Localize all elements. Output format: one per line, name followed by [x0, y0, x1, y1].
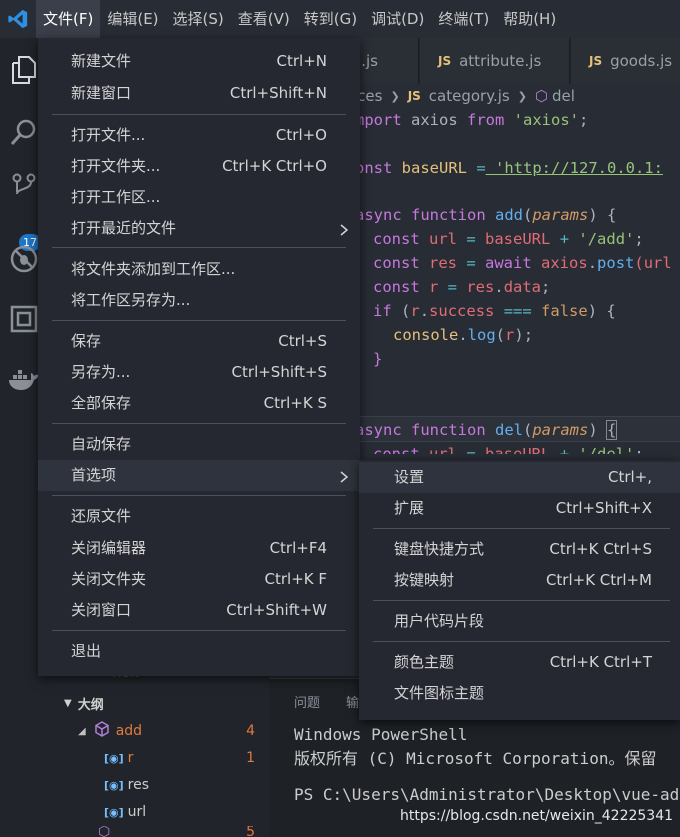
outline-title: 大纲: [77, 697, 104, 713]
menu-item-preferences[interactable]: 首选项: [38, 460, 360, 491]
code-line: const r = res.data;: [373, 278, 551, 296]
menu-item-open-folder[interactable]: 打开文件夹... Ctrl+K Ctrl+O: [38, 151, 360, 182]
terminal-line: Windows PowerShell: [294, 725, 468, 744]
menu-item-close-folder[interactable]: 关闭文件夹 Ctrl+K F: [38, 564, 360, 595]
menu-help[interactable]: 帮助(H): [496, 0, 563, 38]
tab-label: goods.js: [610, 52, 673, 70]
menu-item-color-theme[interactable]: 颜色主题 Ctrl+K Ctrl+T: [359, 647, 680, 678]
menu-item-open-workspace[interactable]: 打开工作区...: [38, 182, 360, 213]
menu-item-open-recent[interactable]: 打开最近的文件: [38, 213, 360, 244]
problem-count: 5: [246, 826, 255, 837]
panel-tab-problems[interactable]: 问题: [294, 692, 320, 711]
menu-go[interactable]: 转到(G): [297, 0, 364, 38]
variable-icon: [◉]: [104, 778, 124, 792]
menu-separator: [52, 320, 346, 321]
method-icon: [94, 721, 110, 741]
outline-item-url[interactable]: [◉] url: [58, 799, 269, 825]
menu-item-user-snippets[interactable]: 用户代码片段: [359, 606, 680, 637]
outline-item-label: url: [127, 804, 147, 820]
menu-separator: [52, 630, 346, 631]
method-icon: ⬡: [98, 826, 111, 837]
menu-item-new-window[interactable]: 新建窗口 Ctrl+Shift+N: [38, 78, 360, 109]
variable-icon: [◉]: [104, 751, 124, 765]
tab-label: .js: [361, 52, 378, 70]
chevron-right-icon: ❯: [390, 89, 400, 103]
outline-item-label: r: [127, 750, 134, 766]
chevron-right-icon: ❯: [517, 89, 527, 103]
problem-count: 4: [246, 723, 255, 739]
terminal-line: 版权所有 (C) Microsoft Corporation。保留: [294, 749, 657, 768]
chevron-down-icon: ▼: [64, 697, 72, 709]
menu-separator: [52, 423, 346, 424]
tab-label: attribute.js: [459, 52, 542, 70]
menu-item-add-folder-to-workspace[interactable]: 将文件夹添加到工作区...: [38, 254, 360, 285]
menu-bar: 文件(F) 编辑(E) 选择(S) 查看(V) 转到(G) 调试(D) 终端(T…: [0, 0, 680, 38]
menu-item-open-file[interactable]: 打开文件... Ctrl+O: [38, 120, 360, 151]
preferences-submenu: 设置 Ctrl+, 扩展 Ctrl+Shift+X 键盘快捷方式 Ctrl+K Ctr…: [359, 460, 680, 720]
problem-count: 1: [246, 750, 255, 766]
menu-item-save-as[interactable]: 另存为... Ctrl+Shift+S: [38, 357, 360, 388]
menu-separator: [52, 114, 346, 115]
menu-separator: [373, 528, 670, 529]
menu-debug[interactable]: 调试(D): [364, 0, 431, 38]
breadcrumb-file[interactable]: category.js: [429, 87, 510, 105]
code-line: const url = baseURL + '/del';: [373, 445, 644, 454]
js-file-icon: JS: [438, 54, 452, 68]
terminal-line: PS C:\Users\Administrator\Desktop\vue-ad…: [294, 785, 680, 804]
code-line: async function del(params) {: [355, 420, 618, 440]
file-menu: 新建文件 Ctrl+N 新建窗口 Ctrl+Shift+N 打开文件... Ctrl+…: [38, 38, 360, 676]
outline-item-add[interactable]: ◢ add 4: [58, 718, 269, 744]
menu-item-revert-file[interactable]: 还原文件: [38, 501, 360, 532]
outline-item-label: res: [127, 777, 150, 793]
menu-item-keyboard-shortcuts[interactable]: 键盘快捷方式 Ctrl+K Ctrl+S: [359, 534, 680, 565]
code-line: const res = await axios.post(url: [373, 254, 672, 272]
chevron-right-icon: [340, 469, 349, 487]
menu-item-close-window[interactable]: 关闭窗口 Ctrl+Shift+W: [38, 595, 360, 626]
menu-separator: [52, 247, 346, 248]
js-file-icon: JS: [589, 54, 603, 68]
code-line: mport axios from 'axios';: [355, 111, 589, 129]
outline-item-label: add: [115, 723, 143, 739]
menu-item-new-file[interactable]: 新建文件 Ctrl+N: [38, 46, 360, 77]
outline-item-del[interactable]: ⬡ 5: [58, 826, 269, 837]
menu-edit[interactable]: 编辑(E): [100, 0, 165, 38]
outline-header[interactable]: ▼ 大纲: [58, 692, 269, 714]
code-line: onst baseURL = 'http://127.0.0.1:: [355, 159, 663, 177]
menu-item-extensions[interactable]: 扩展 Ctrl+Shift+X: [359, 493, 680, 524]
menu-item-file-icon-theme[interactable]: 文件图标主题: [359, 678, 680, 709]
code-line: }: [373, 350, 383, 368]
outline-item-r[interactable]: [◉] r 1: [58, 745, 269, 771]
variable-icon: [◉]: [104, 805, 124, 819]
menu-item-auto-save[interactable]: 自动保存: [38, 429, 360, 460]
menu-item-keymaps[interactable]: 按键映射 Ctrl+K Ctrl+M: [359, 565, 680, 596]
menu-item-exit[interactable]: 退出: [38, 636, 360, 667]
menu-item-save[interactable]: 保存 Ctrl+S: [38, 326, 360, 357]
method-icon: ⬡: [534, 87, 549, 105]
menu-item-save-workspace-as[interactable]: 将工作区另存为...: [38, 285, 360, 316]
menu-separator: [373, 641, 670, 642]
menu-separator: [373, 600, 670, 601]
menu-terminal[interactable]: 终端(T): [431, 0, 496, 38]
vscode-logo-icon[interactable]: [0, 0, 36, 38]
code-line: console.log(r);: [393, 326, 534, 344]
menu-view[interactable]: 查看(V): [231, 0, 297, 38]
js-file-icon: JS: [407, 89, 421, 103]
code-line: const url = baseURL + '/add';: [373, 230, 644, 248]
menu-file[interactable]: 文件(F): [36, 0, 101, 38]
chevron-right-icon: [340, 222, 349, 240]
chevron-down-icon: ◢: [78, 725, 86, 737]
tab-attribute[interactable]: JS attribute.js: [420, 38, 570, 84]
menu-item-settings[interactable]: 设置 Ctrl+,: [359, 462, 680, 493]
outline-item-res[interactable]: [◉] res: [58, 772, 269, 798]
code-line: async function add(params) {: [355, 206, 617, 224]
watermark: https://blog.csdn.net/weixin_42225341: [400, 808, 674, 824]
breadcrumb-symbol[interactable]: del: [552, 87, 575, 105]
menu-item-close-editor[interactable]: 关闭编辑器 Ctrl+F4: [38, 533, 360, 564]
panel-tab-output[interactable]: 输: [346, 692, 359, 711]
tab-goods[interactable]: JS goods.js: [571, 38, 680, 84]
menu-separator: [52, 495, 346, 496]
menu-item-save-all[interactable]: 全部保存 Ctrl+K S: [38, 388, 360, 419]
code-line: if (r.success === false) {: [373, 302, 616, 320]
menu-selection[interactable]: 选择(S): [166, 0, 231, 38]
